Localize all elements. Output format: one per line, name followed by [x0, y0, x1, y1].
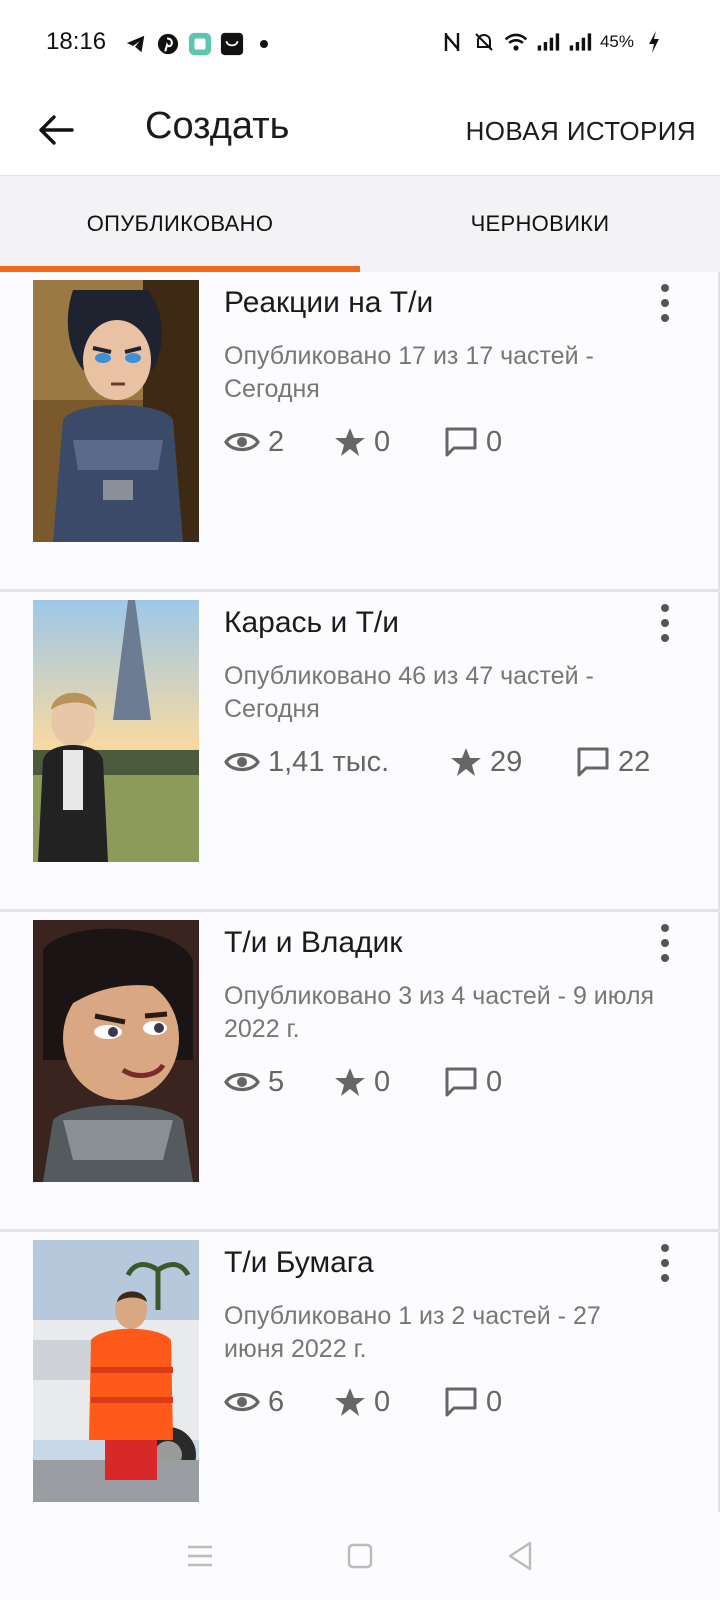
votes-count: 0 — [374, 1065, 391, 1098]
comment-icon — [577, 747, 609, 777]
arrow-left-icon — [39, 115, 74, 145]
menu-icon — [188, 1545, 212, 1567]
page-title: Создать — [145, 105, 290, 147]
status-bar: 18:16 45% — [0, 0, 720, 88]
comment-icon — [445, 1387, 477, 1417]
votes-stat: 0 — [334, 1386, 444, 1419]
signal-icon — [536, 30, 560, 54]
new-story-button[interactable]: НОВАЯ ИСТОРИЯ — [466, 116, 696, 147]
votes-count: 29 — [490, 745, 523, 778]
telegram-icon — [124, 32, 148, 56]
more-options-button[interactable] — [652, 282, 678, 324]
tab-drafts[interactable]: ЧЕРНОВИКИ — [360, 176, 720, 272]
star-icon — [335, 1068, 365, 1096]
views-count: 1,41 тыс. — [268, 745, 390, 778]
dot-icon — [252, 32, 276, 56]
story-stats: 2 0 0 — [224, 422, 502, 462]
comments-count: 0 — [486, 1385, 503, 1418]
views-count: 6 — [268, 1385, 285, 1418]
pinterest-icon — [156, 32, 180, 56]
views-count: 2 — [268, 425, 285, 458]
story-card[interactable]: Карась и Т/и Опубликовано 46 из 47 часте… — [0, 592, 720, 912]
votes-count: 0 — [374, 425, 391, 458]
app-icon — [188, 32, 212, 56]
comments-stat: 0 — [444, 426, 502, 459]
nfc-icon — [440, 30, 464, 54]
star-icon — [451, 748, 481, 776]
eye-icon — [224, 432, 260, 452]
status-system-icons: 45% — [440, 30, 666, 54]
story-title[interactable]: Реакции на Т/и — [224, 286, 433, 320]
story-stats: 5 0 0 — [224, 1062, 502, 1102]
story-meta: Опубликовано 46 из 47 частей - Сегодня — [224, 662, 594, 723]
story-title[interactable]: Т/и Бумага — [224, 1246, 374, 1280]
story-meta: Опубликовано 1 из 2 частей - 27 июня 202… — [224, 1302, 601, 1363]
story-title[interactable]: Т/и и Владик — [224, 926, 402, 960]
story-title[interactable]: Карась и Т/и — [224, 606, 399, 640]
story-cover-image — [33, 600, 199, 862]
comment-icon — [445, 1067, 477, 1097]
shopping-icon — [220, 32, 244, 56]
eye-icon — [224, 1072, 260, 1092]
home-button[interactable] — [330, 1526, 390, 1586]
home-square-icon — [347, 1543, 373, 1569]
recents-button[interactable] — [170, 1526, 230, 1586]
story-cover-image — [33, 1240, 199, 1502]
signal-icon — [568, 30, 592, 54]
status-time: 18:16 — [46, 28, 107, 55]
story-cover-image — [33, 280, 199, 542]
status-notification-icons — [124, 30, 276, 58]
comments-count: 0 — [486, 1065, 503, 1098]
charging-icon — [642, 30, 666, 54]
story-card[interactable]: Реакции на Т/и Опубликовано 17 из 17 час… — [0, 272, 720, 592]
story-cover-image — [33, 920, 199, 1182]
comments-stat: 0 — [444, 1386, 502, 1419]
battery-percent: 45% — [599, 32, 634, 51]
views-count: 5 — [268, 1065, 285, 1098]
comments-count: 22 — [618, 745, 651, 778]
tab-published[interactable]: ОПУБЛИКОВАНО — [0, 176, 360, 272]
eye-icon — [224, 752, 260, 772]
comments-count: 0 — [486, 425, 503, 458]
back-triangle-icon — [508, 1541, 532, 1571]
comment-icon — [445, 427, 477, 457]
views-stat: 6 — [224, 1386, 334, 1419]
star-icon — [335, 428, 365, 456]
votes-stat: 0 — [334, 426, 444, 459]
comments-stat: 0 — [444, 1066, 502, 1099]
comments-stat: 22 — [576, 746, 650, 779]
more-options-button[interactable] — [652, 922, 678, 964]
mute-icon — [472, 30, 496, 54]
system-back-button[interactable] — [490, 1526, 550, 1586]
star-icon — [335, 1388, 365, 1416]
app-bar: Создать НОВАЯ ИСТОРИЯ — [0, 88, 720, 176]
story-stats: 1,41 тыс. 29 22 — [224, 742, 650, 782]
views-stat: 5 — [224, 1066, 334, 1099]
more-options-button[interactable] — [652, 602, 678, 644]
views-stat: 1,41 тыс. — [224, 746, 450, 779]
story-card[interactable]: Т/и Бумага Опубликовано 1 из 2 частей - … — [0, 1232, 720, 1512]
votes-count: 0 — [374, 1385, 391, 1418]
eye-icon — [224, 1392, 260, 1412]
system-nav-bar — [0, 1512, 720, 1600]
back-button[interactable] — [30, 104, 82, 156]
votes-stat: 29 — [450, 746, 576, 779]
wifi-icon — [504, 30, 528, 54]
more-options-button[interactable] — [652, 1242, 678, 1284]
story-meta: Опубликовано 17 из 17 частей - Сегодня — [224, 342, 594, 403]
story-stats: 6 0 0 — [224, 1382, 502, 1422]
story-meta: Опубликовано 3 из 4 частей - 9 июля 2022… — [224, 982, 655, 1043]
votes-stat: 0 — [334, 1066, 444, 1099]
story-card[interactable]: Т/и и Владик Опубликовано 3 из 4 частей … — [0, 912, 720, 1232]
story-list[interactable]: Реакции на Т/и Опубликовано 17 из 17 час… — [0, 272, 720, 1512]
tab-bar: ОПУБЛИКОВАНО ЧЕРНОВИКИ — [0, 176, 720, 272]
views-stat: 2 — [224, 426, 334, 459]
